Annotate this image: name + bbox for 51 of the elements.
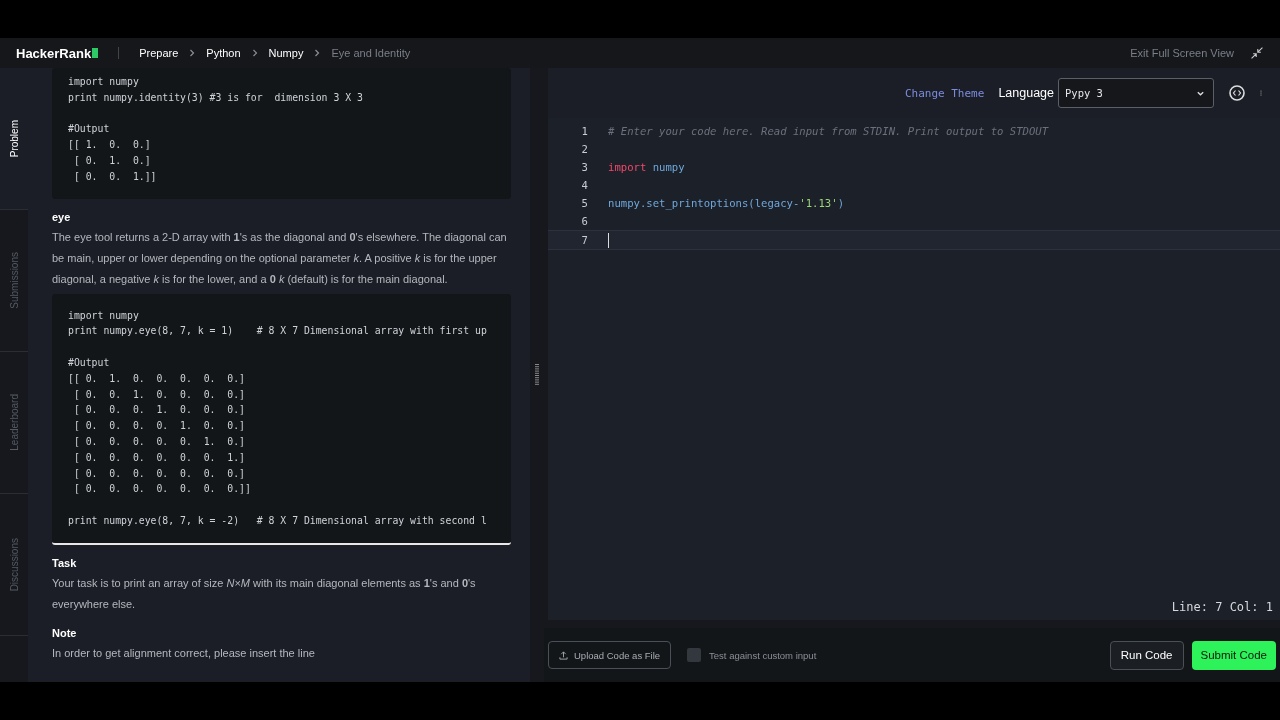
breadcrumb: Eye and Identity	[331, 47, 411, 59]
line-number: 1	[580, 125, 589, 137]
resize-handle[interactable]	[535, 364, 539, 386]
history-icon[interactable]	[1228, 84, 1246, 102]
cursor-position: Line: 7 Col: 1	[1171, 600, 1273, 614]
line-number: 2	[580, 143, 589, 155]
breadcrumb[interactable]: Prepare	[139, 47, 179, 59]
breadcrumb[interactable]: Numpy	[268, 47, 304, 59]
checkbox-label: Test against custom input	[709, 649, 817, 661]
line-number: 4	[580, 179, 589, 191]
code-editor-line[interactable]: 2	[548, 140, 1280, 158]
run-code-button[interactable]: Run Code	[1109, 640, 1184, 670]
code-token: numpy.set_printoptions(legacy-	[608, 197, 800, 209]
line-number: 3	[580, 161, 589, 173]
paragraph: In order to get alignment correct, please insert the line	[52, 645, 316, 661]
chevron-icon	[188, 49, 197, 57]
code-editor-line[interactable]: 1 # Enter your code here. Read input from STDIN. Print output to STDOUT	[548, 122, 1280, 140]
code-editor-line[interactable]: 6	[548, 212, 1280, 230]
upload-icon	[559, 650, 568, 660]
chevron-icon	[250, 49, 259, 57]
line-number: 5	[580, 197, 589, 209]
submit-code-button[interactable]: Submit Code	[1191, 640, 1276, 670]
side-tab[interactable]: Problem	[0, 68, 28, 210]
language-label: Language	[998, 86, 1054, 100]
section-heading: Task	[52, 556, 78, 569]
code-token: import	[608, 161, 647, 173]
line-number: 7	[580, 234, 589, 246]
paragraph: Your task is to print an array of size N×M with its main diagonal elements as 1's and 0's everywhere else.	[52, 575, 477, 612]
code-text: import numpy print numpy.eye(8, 7, k = 1) # 8 X 7 Dimensional array with first up #Output [[ 0. 1. 0. 0. 0. 0. 0.] [ 0. 0. 1. 0. 0. 0. 0.] [ 0. 0. 0. 1. 0. 0. 0.] [ 0. 0. 0. 0. 1. 0. 0.] [ 0. 0. 0. 0. 0. 1. 0.] [ 0. 0. 0. 0. 0. 0. 1.] [ 0. 0. 0. 0. 0. 0. 0.] [ 0. 0. 0. 0. 0. 0. 0.]] print numpy.eye(8, 7, k = -2) # 8 X 7 Dimensional array with second l	[68, 308, 487, 528]
upload-button[interactable]: Upload Code as File	[548, 641, 672, 669]
code-text: import numpy print numpy.identity(3) #3 is for dimension 3 X 3 #Output [[ 1. 0. 0.] [ 0. 1. 0.] [ 0. 0. 1.]]	[68, 75, 363, 184]
code-token: '1.13'	[799, 197, 838, 209]
logo[interactable]: HackerRank	[16, 45, 99, 61]
code-token: # Enter your code here. Read input from STDIN. Print output to STDOUT	[608, 125, 1049, 137]
collapse-icon[interactable]	[1250, 46, 1264, 60]
exit-fullscreen-link[interactable]: Exit Full Screen View	[1130, 47, 1234, 59]
checkbox[interactable]	[687, 648, 702, 662]
code-editor-line[interactable]: 3 import numpy	[548, 158, 1280, 176]
section-heading: eye	[52, 210, 72, 223]
text-cursor	[608, 232, 609, 248]
language-select[interactable]: Pypy 3	[1058, 78, 1214, 108]
line-number: 6	[580, 215, 589, 227]
code-token: )	[837, 197, 844, 209]
breadcrumb[interactable]: Python	[206, 47, 241, 59]
change-theme-link[interactable]: Change Theme	[904, 86, 985, 100]
code-editor-line[interactable]: 5 numpy.set_printoptions(legacy-'1.13')	[548, 194, 1280, 212]
chevron-icon	[313, 49, 322, 57]
section-heading: Note	[52, 626, 78, 639]
code-token: numpy	[651, 161, 685, 173]
code-editor-line[interactable]: 4	[548, 176, 1280, 194]
paragraph: The eye tool returns a 2-D array with 1's as the diagonal and 0's elsewhere. The diagonal can be main, upper or lower depending on the optional parameter k. A positive k is for the upper diagonal, a negative k is for the lower, and a 0 k (default) is for the main diagonal.	[52, 229, 508, 287]
